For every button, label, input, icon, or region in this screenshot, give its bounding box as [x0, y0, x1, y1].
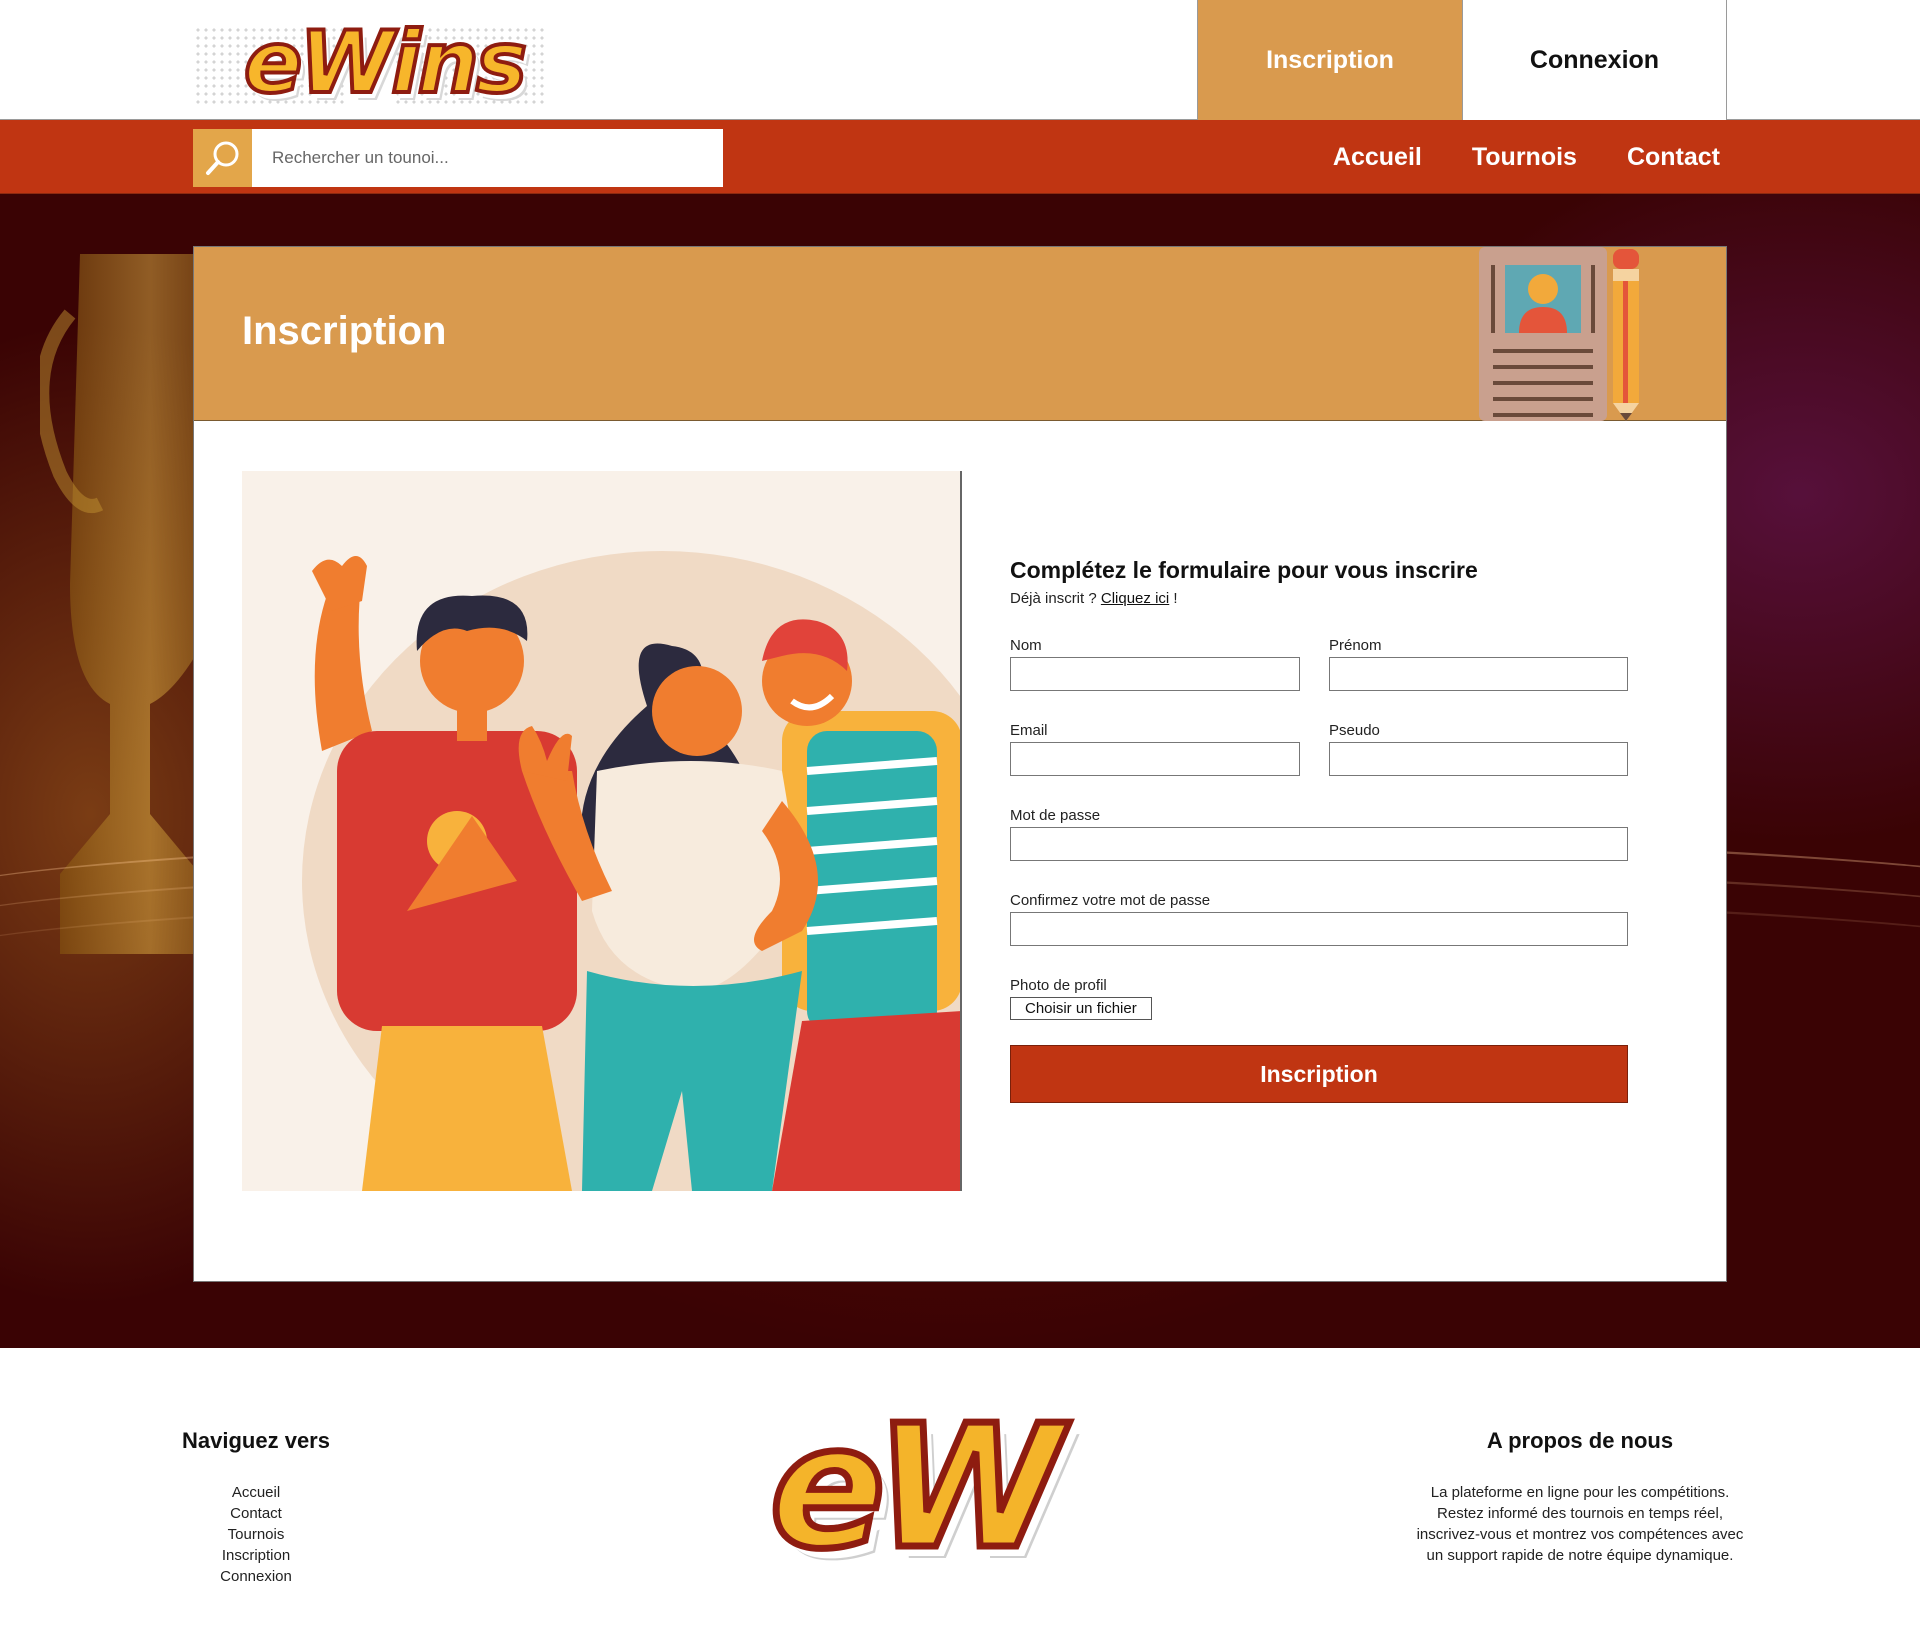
footer-about-line: La plateforme en ligne pour les compétit…: [1430, 1484, 1730, 1501]
nom-label: Nom: [1010, 637, 1042, 654]
choose-file-button[interactable]: Choisir un fichier: [1010, 997, 1152, 1020]
nav-tournois[interactable]: Tournois: [1472, 143, 1577, 172]
footer-link-connexion[interactable]: Connexion: [156, 1566, 356, 1587]
footer-about-title: A propos de nous: [1486, 1428, 1674, 1453]
email-field-group: Email: [1010, 722, 1300, 776]
pseudo-input[interactable]: [1329, 742, 1628, 776]
already-registered-suffix: !: [1169, 590, 1178, 607]
confirm-password-input[interactable]: [1010, 912, 1628, 946]
footer-link-tournois[interactable]: Tournois: [156, 1524, 356, 1545]
page-title: Inscription: [242, 309, 447, 353]
already-registered-text: Déjà inscrit ?: [1010, 590, 1101, 607]
footer-about-line: Restez informé des tournois en temps rée…: [1437, 1505, 1723, 1522]
pseudo-label: Pseudo: [1329, 722, 1380, 739]
top-bar: eWins Inscription Connexion: [0, 0, 1920, 120]
confirm-password-field-group: Confirmez votre mot de passe: [1010, 892, 1628, 946]
tab-inscription[interactable]: Inscription: [1197, 0, 1462, 120]
tab-connexion[interactable]: Connexion: [1462, 0, 1727, 120]
footer-about: A propos de nous La plateforme en ligne …: [1390, 1428, 1770, 1566]
footer-nav-title: Naviguez vers: [182, 1428, 330, 1453]
footer-ew-logo: eW: [760, 1389, 1090, 1593]
pseudo-field-group: Pseudo: [1329, 722, 1628, 776]
main-nav-bar: Accueil Tournois Contact: [0, 120, 1920, 194]
password-field-group: Mot de passe: [1010, 807, 1628, 861]
search-icon: [205, 141, 238, 175]
footer-nav: Naviguez vers Accueil Contact Tournois I…: [156, 1428, 356, 1587]
footer: Naviguez vers Accueil Contact Tournois I…: [0, 1348, 1920, 1650]
email-label: Email: [1010, 722, 1048, 739]
registration-form: Complétez le formulaire pour vous inscri…: [1010, 557, 1630, 1103]
search-input[interactable]: [252, 129, 723, 187]
form-title: Complétez le formulaire pour vous inscri…: [1010, 557, 1478, 583]
search-button[interactable]: [193, 129, 252, 187]
footer-about-line: un support rapide de notre équipe dynami…: [1426, 1547, 1734, 1564]
prenom-field-group: Prénom: [1329, 637, 1628, 691]
email-input[interactable]: [1010, 742, 1300, 776]
footer-logo-text: eW: [767, 1389, 1067, 1587]
nav-accueil[interactable]: Accueil: [1333, 143, 1422, 172]
prenom-input[interactable]: [1329, 657, 1628, 691]
footer-link-accueil[interactable]: Accueil: [156, 1482, 356, 1503]
registration-card: Inscription Complétez le formulaire pour…: [193, 246, 1727, 1282]
profile-document-icon: [1479, 247, 1639, 421]
logo-text: eWins: [242, 13, 529, 113]
submit-inscription-button[interactable]: Inscription: [1010, 1045, 1628, 1103]
nav-contact[interactable]: Contact: [1627, 143, 1720, 172]
footer-about-line: inscrivez-vous et montrez vos compétence…: [1416, 1526, 1744, 1543]
prenom-label: Prénom: [1329, 637, 1382, 654]
ewins-logo[interactable]: eWins: [194, 18, 544, 118]
login-link[interactable]: Cliquez ici: [1101, 590, 1169, 607]
friends-illustration: [242, 471, 962, 1191]
footer-link-contact[interactable]: Contact: [156, 1503, 356, 1524]
card-header: Inscription: [194, 247, 1726, 421]
photo-label: Photo de profil: [1010, 977, 1107, 994]
password-label: Mot de passe: [1010, 807, 1101, 824]
password-input[interactable]: [1010, 827, 1628, 861]
nom-field-group: Nom: [1010, 637, 1300, 691]
photo-field-group: Photo de profil Choisir un fichier: [1010, 977, 1152, 1020]
nav-links: Accueil Tournois Contact: [1333, 120, 1720, 194]
already-registered-line: Déjà inscrit ? Cliquez ici !: [1010, 590, 1630, 607]
nom-input[interactable]: [1010, 657, 1300, 691]
confirm-password-label: Confirmez votre mot de passe: [1010, 892, 1211, 909]
footer-link-inscription[interactable]: Inscription: [156, 1545, 356, 1566]
